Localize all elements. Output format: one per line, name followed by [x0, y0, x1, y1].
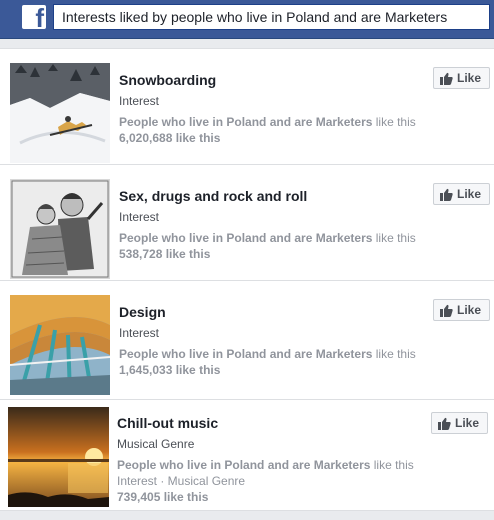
result-title[interactable]: Snowboarding — [119, 71, 404, 89]
result-category: Interest — [119, 210, 160, 224]
list-item: Snowboarding Interest People who live in… — [0, 49, 494, 165]
search-input[interactable]: Interests liked by people who live in Po… — [53, 4, 490, 30]
facebook-logo-icon[interactable]: f — [22, 5, 46, 29]
thumbs-up-icon — [439, 72, 453, 85]
like-button[interactable]: Like — [432, 299, 490, 321]
list-item: Design Interest People who live in Polan… — [0, 281, 494, 400]
result-content: Sex, drugs and rock and roll Interest Pe… — [119, 187, 416, 262]
result-context: People who live in Poland and are Market… — [119, 346, 416, 362]
vintage-couple-engraving[interactable] — [10, 179, 110, 279]
like-button-label: Like — [456, 303, 481, 317]
results-list: Snowboarding Interest People who live in… — [0, 48, 494, 511]
result-content: Design Interest People who live in Polan… — [119, 303, 416, 378]
result-title[interactable]: Sex, drugs and rock and roll — [119, 187, 404, 205]
like-button-label: Like — [456, 71, 481, 85]
facebook-logo-text: f — [35, 5, 44, 29]
context-audience[interactable]: People who live in Poland and are Market… — [119, 115, 372, 129]
result-like-count: 1,645,033 like this — [119, 363, 221, 377]
result-like-count: 538,728 like this — [119, 247, 211, 261]
like-button[interactable]: Like — [432, 183, 490, 205]
result-content: Chill-out music Musical Genre People who… — [117, 414, 414, 505]
context-audience[interactable]: People who live in Poland and are Market… — [119, 347, 372, 361]
like-button-label: Like — [454, 416, 479, 430]
result-context: People who live in Poland and are Market… — [117, 457, 414, 473]
result-context: People who live in Poland and are Market… — [119, 230, 416, 246]
thumbs-up-icon — [437, 417, 451, 430]
context-suffix: like this — [372, 115, 416, 129]
thumbs-up-icon — [439, 304, 453, 317]
sunset-sea-photo[interactable] — [8, 407, 109, 507]
list-item: Chill-out music Musical Genre People who… — [0, 400, 494, 511]
context-suffix: like this — [372, 347, 416, 361]
result-title[interactable]: Chill-out music — [117, 414, 404, 432]
result-content: Snowboarding Interest People who live in… — [119, 71, 416, 146]
result-context: People who live in Poland and are Market… — [119, 114, 416, 130]
like-button[interactable]: Like — [432, 67, 490, 89]
result-like-count: 739,405 like this — [117, 490, 209, 504]
snowboarder-photo[interactable] — [10, 63, 110, 163]
result-extra-categories: Interest · Musical Genre — [117, 474, 246, 488]
list-item: Sex, drugs and rock and roll Interest Pe… — [0, 165, 494, 281]
context-audience[interactable]: People who live in Poland and are Market… — [119, 231, 372, 245]
result-category: Interest — [119, 326, 160, 340]
like-button-label: Like — [456, 187, 481, 201]
thumbs-up-icon — [439, 188, 453, 201]
top-bar: f Interests liked by people who live in … — [0, 0, 494, 39]
result-title[interactable]: Design — [119, 303, 404, 321]
result-category: Interest — [119, 94, 160, 108]
result-like-count: 6,020,688 like this — [119, 131, 221, 145]
context-suffix: like this — [370, 458, 414, 472]
context-suffix: like this — [372, 231, 416, 245]
result-category: Musical Genre — [117, 437, 195, 451]
airport-architecture-photo[interactable] — [10, 295, 110, 395]
context-audience[interactable]: People who live in Poland and are Market… — [117, 458, 370, 472]
like-button[interactable]: Like — [430, 412, 488, 434]
